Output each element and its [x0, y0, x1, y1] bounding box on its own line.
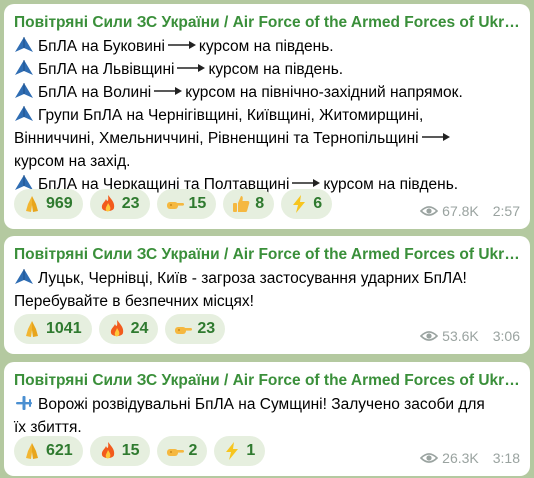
arrow-right-icon	[154, 87, 183, 95]
plane-icon	[14, 394, 34, 412]
message-meta: 67.8K 2:57	[420, 203, 520, 219]
drone-icon	[14, 59, 34, 77]
reactions-bar: 621 15 2 1	[14, 436, 266, 466]
drone-icon	[14, 105, 34, 123]
arrow-right-icon	[421, 133, 450, 141]
reaction-count: 15	[121, 442, 140, 459]
line-text: БпЛА на Волині	[38, 84, 152, 101]
message-time: 3:18	[492, 450, 520, 466]
message-line: Групи БпЛА на Чернігівщині, Київщині, Жи…	[14, 104, 520, 127]
drone-icon	[14, 268, 34, 286]
reactions-bar: 969 23 15 8 6	[14, 189, 333, 219]
line-text-2: курсом на південь.	[198, 38, 334, 55]
arrow-right-icon	[167, 41, 196, 49]
message-line: БпЛА на Буковині курсом на південь.	[14, 35, 520, 58]
views-count: 53.6K	[442, 328, 479, 344]
message-bubble[interactable]: Повітряні Сили ЗС України / Air Force of…	[4, 362, 530, 476]
line-text: БпЛА на Львівщині	[38, 61, 175, 78]
sender-name[interactable]: Повітряні Сили ЗС України / Air Force of…	[14, 371, 520, 391]
reaction-count: 969	[46, 195, 73, 212]
message-text: Луцьк, Чернівці, Київ - загроза застосув…	[14, 267, 520, 313]
arrow-right-icon	[177, 64, 206, 72]
reaction-count: 23	[197, 320, 216, 337]
sender-name[interactable]: Повітряні Сили ЗС України / Air Force of…	[14, 13, 520, 33]
line-text: БпЛА на Буковині	[38, 38, 165, 55]
line-text: Ворожі розвідувальні БпЛА на Сумщині! За…	[38, 396, 485, 413]
reaction-button[interactable]: 15	[156, 189, 217, 219]
message-time: 3:06	[492, 328, 520, 344]
reaction-button[interactable]: 23	[165, 314, 226, 344]
reaction-button[interactable]: 6	[281, 189, 333, 219]
reaction-count: 8	[255, 195, 265, 212]
message-line: БпЛА на Волині курсом на північно-західни…	[14, 81, 520, 104]
line-text: курсом на захід.	[14, 153, 131, 170]
views-icon	[420, 453, 439, 463]
message-text: Ворожі розвідувальні БпЛА на Сумщині! За…	[14, 393, 520, 439]
message-line: БпЛА на Львівщині курсом на південь.	[14, 58, 520, 81]
sender-name[interactable]: Повітряні Сили ЗС України / Air Force of…	[14, 245, 520, 265]
reaction-count: 6	[313, 195, 323, 212]
message-line: Перебувайте в безпечних місцях!	[14, 290, 520, 313]
point-icon	[173, 319, 193, 339]
message-meta: 26.3K 3:18	[420, 450, 520, 466]
point-icon	[165, 194, 185, 214]
reaction-button[interactable]: 1	[214, 436, 266, 466]
pray-icon	[22, 194, 42, 214]
views-count: 67.8K	[442, 203, 479, 219]
lightning-icon	[222, 441, 242, 461]
reactions-bar: 1041 24 23	[14, 314, 226, 344]
reaction-button[interactable]: 2	[156, 436, 208, 466]
reaction-count: 1041	[46, 320, 82, 337]
message-line: Вінниччині, Хмельниччині, Рівненщині та …	[14, 127, 520, 150]
reaction-button[interactable]: 15	[89, 436, 150, 466]
arrow-right-icon	[292, 179, 321, 187]
message-time: 2:57	[492, 203, 520, 219]
thumbsup-icon	[231, 194, 251, 214]
reaction-button[interactable]: 969	[14, 189, 83, 219]
message-meta: 53.6K 3:06	[420, 328, 520, 344]
message-bubble[interactable]: Повітряні Сили ЗС України / Air Force of…	[4, 4, 530, 229]
message-line: курсом на захід.	[14, 150, 520, 173]
reaction-count: 621	[46, 442, 73, 459]
reaction-count: 15	[188, 195, 207, 212]
line-text: Перебувайте в безпечних місцях!	[14, 293, 254, 310]
line-text: їх збиття.	[14, 419, 82, 436]
reaction-button[interactable]: 24	[98, 314, 159, 344]
reaction-button[interactable]: 621	[14, 436, 83, 466]
reaction-count: 24	[130, 320, 149, 337]
reaction-button[interactable]: 1041	[14, 314, 92, 344]
line-text: Луцьк, Чернівці, Київ - загроза застосув…	[38, 270, 467, 287]
drone-icon	[14, 36, 34, 54]
line-text-2: курсом на південь.	[208, 61, 344, 78]
line-text: Вінниччині, Хмельниччині, Рівненщині та …	[14, 130, 419, 147]
line-text-2: курсом на північно-західний напрямок.	[185, 84, 463, 101]
fire-icon	[107, 319, 127, 339]
fire-icon	[98, 194, 118, 214]
point-icon	[165, 441, 185, 461]
message-text: БпЛА на Буковині курсом на південь. БпЛА н…	[14, 35, 520, 196]
fire-icon	[98, 441, 118, 461]
views-icon	[420, 206, 439, 216]
message-line: Ворожі розвідувальні БпЛА на Сумщині! За…	[14, 393, 520, 416]
reaction-count: 2	[188, 442, 198, 459]
pray-icon	[22, 441, 42, 461]
pray-icon	[22, 319, 42, 339]
reaction-button[interactable]: 8	[223, 189, 275, 219]
message-bubble[interactable]: Повітряні Сили ЗС України / Air Force of…	[4, 236, 530, 354]
reaction-count: 1	[246, 442, 256, 459]
line-text-2: курсом на південь.	[323, 176, 459, 193]
message-line: Луцьк, Чернівці, Київ - загроза застосув…	[14, 267, 520, 290]
drone-icon	[14, 82, 34, 100]
views-count: 26.3K	[442, 450, 479, 466]
reaction-button[interactable]: 23	[89, 189, 150, 219]
views-icon	[420, 331, 439, 341]
line-text: Групи БпЛА на Чернігівщині, Київщині, Жи…	[38, 107, 424, 124]
lightning-icon	[289, 194, 309, 214]
reaction-count: 23	[121, 195, 140, 212]
